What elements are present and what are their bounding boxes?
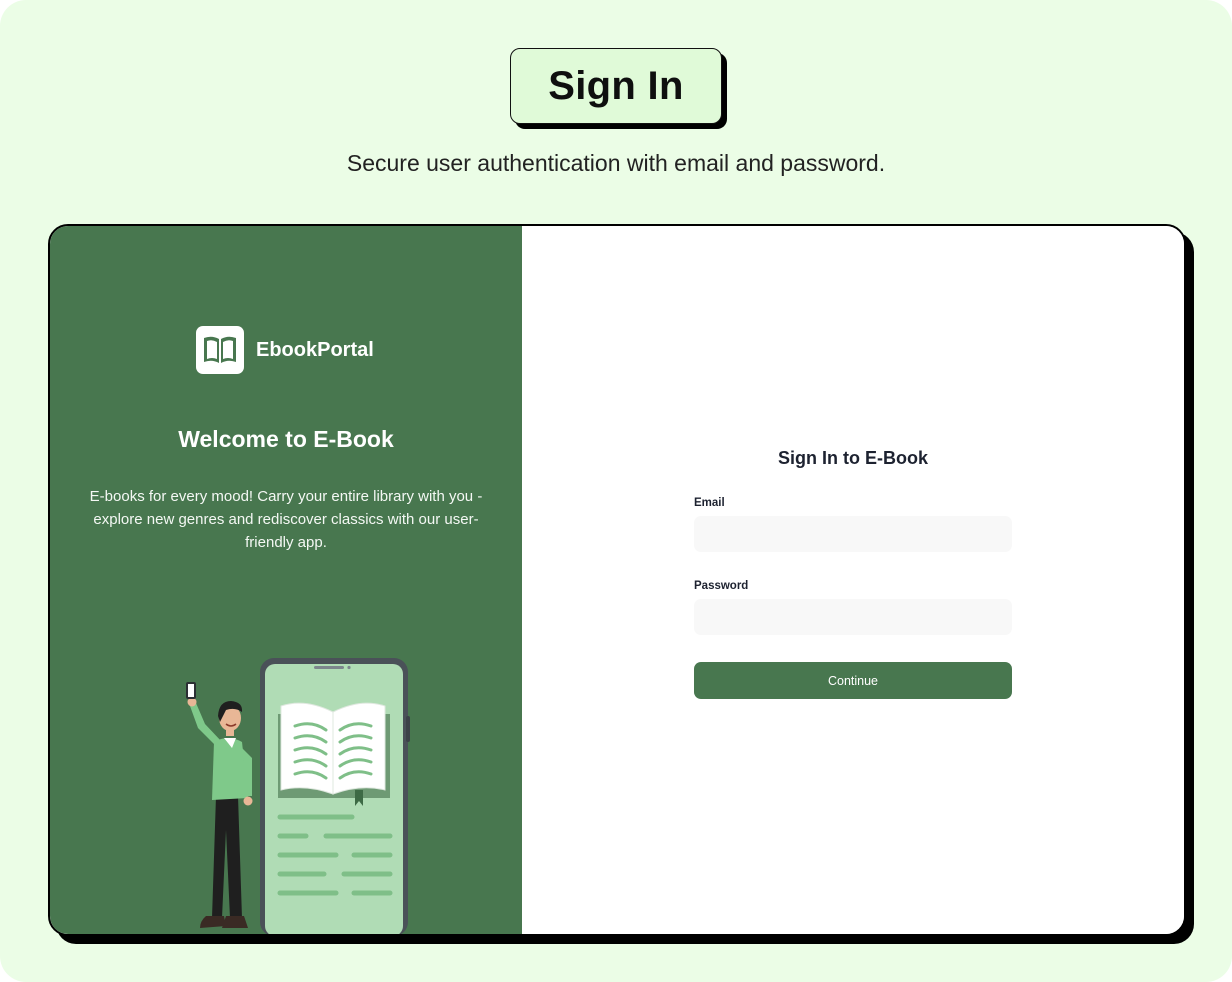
brand-logo: EbookPortal	[196, 326, 374, 374]
page-subtitle: Secure user authentication with email an…	[346, 150, 886, 176]
welcome-description: E-books for every mood! Carry your entir…	[89, 488, 483, 551]
page-title: Sign In	[510, 48, 722, 124]
reader-illustration	[186, 658, 410, 934]
sign-in-card: EbookPortal Welcome to E-Book E-books fo…	[48, 224, 1186, 936]
password-input[interactable]	[694, 599, 1012, 635]
welcome-panel: EbookPortal Welcome to E-Book E-books fo…	[50, 226, 522, 934]
continue-button[interactable]: Continue	[694, 662, 1012, 699]
open-book-icon	[196, 326, 244, 374]
email-input[interactable]	[694, 516, 1012, 552]
page-background: Sign In Secure user authentication with …	[0, 0, 1232, 982]
email-label: Email	[694, 497, 725, 509]
form-title: Sign In to E-Book	[778, 448, 928, 468]
welcome-heading: Welcome to E-Book	[178, 426, 394, 452]
brand-name: EbookPortal	[256, 338, 374, 361]
password-label: Password	[694, 580, 749, 592]
sign-in-form-panel: Sign In to E-Book Email Password Continu…	[522, 226, 1184, 934]
